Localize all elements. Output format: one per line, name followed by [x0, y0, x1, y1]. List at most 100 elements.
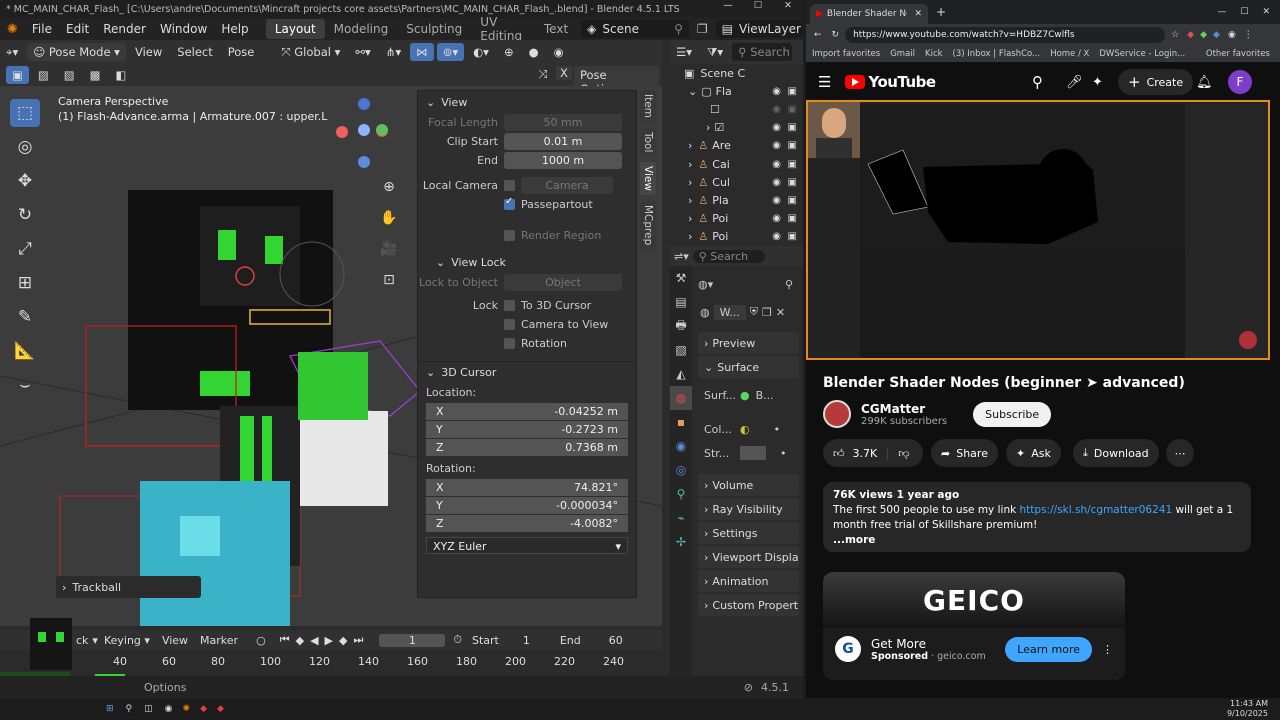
select-subtract-icon[interactable]: ▧ [58, 66, 81, 84]
current-frame-field[interactable]: 1 [379, 633, 446, 647]
gizmo-z[interactable] [358, 124, 370, 136]
maximize-icon[interactable]: ☐ [743, 0, 773, 18]
camera-icon[interactable]: ▣ [788, 86, 797, 97]
profile-icon[interactable]: ◉ [1228, 30, 1236, 40]
clip-start-field[interactable]: 0.01 m [504, 133, 622, 150]
auto-key-icon[interactable]: ○ [256, 634, 266, 647]
menu-select[interactable]: Select [171, 43, 218, 61]
shading-wireframe-icon[interactable]: ⊕ [498, 43, 520, 61]
duplicate-icon[interactable]: ❐ [762, 306, 772, 319]
browser-tab[interactable]: ▶ Blender Shader Nodes (beg ✕ [810, 4, 928, 24]
clip-end-field[interactable]: 1000 m [504, 152, 622, 169]
tab-view[interactable]: View [640, 162, 656, 196]
channel-avatar[interactable] [823, 400, 851, 428]
camera-icon[interactable]: ▣ [788, 104, 797, 115]
rotation-lock-checkbox[interactable] [504, 338, 515, 349]
microphone-icon[interactable]: 🎤︎ [1066, 75, 1083, 90]
x-mirror-toggle[interactable]: X [556, 66, 572, 80]
cursor-tool-icon[interactable]: ◎ [10, 133, 40, 161]
create-button[interactable]: + Create [1118, 69, 1194, 95]
snap-icon[interactable]: ⋔▾ [380, 43, 407, 61]
passepartout-checkbox[interactable] [504, 196, 515, 210]
gemini-icon[interactable]: ✦ [1092, 75, 1103, 90]
tab-mcprep[interactable]: MCprep [640, 201, 656, 250]
focal-length-field[interactable]: 50 mm [504, 114, 622, 131]
camera-field[interactable]: Camera [521, 177, 613, 194]
star-icon[interactable]: ☆ [1171, 30, 1179, 40]
rotation-mode-dropdown[interactable]: XYZ Euler ▾ [426, 537, 628, 554]
close-icon[interactable]: ✕ [1262, 7, 1270, 17]
menu-help[interactable]: Help [214, 22, 255, 36]
view-layer-tab-icon[interactable]: ▧ [670, 338, 692, 362]
eye-icon[interactable]: ◉ [772, 86, 781, 97]
app-icon[interactable]: ◆ [200, 704, 207, 714]
menu-render[interactable]: Render [96, 22, 153, 36]
jump-start-icon[interactable]: ⏮ [280, 633, 290, 647]
camera-icon[interactable]: ▣ [788, 122, 797, 133]
dislike-button[interactable]: 👎︎ [888, 447, 919, 460]
rotation-y-field[interactable]: Y -0.000034° [426, 497, 628, 514]
download-button[interactable]: ⤓ Download [1073, 439, 1159, 467]
sponsored-ad[interactable]: GEICO G Get More Sponsored · geico.com L… [823, 572, 1125, 680]
extension-icon[interactable]: ◆ [1200, 30, 1207, 40]
shading-material-icon[interactable]: ◉ [548, 43, 570, 61]
menu-view[interactable]: View [129, 43, 168, 61]
like-button[interactable]: 👍︎ 3.7K [823, 446, 889, 460]
surface-value[interactable]: B... [756, 389, 774, 402]
ad-menu-icon[interactable]: ⋮ [1102, 643, 1113, 656]
output-tab-icon[interactable]: 🖶 [670, 314, 692, 338]
outliner-item[interactable]: Poi [712, 212, 728, 225]
tab-item[interactable]: Item [640, 90, 656, 122]
scene-selector[interactable]: ◈ Scene ⚲ [581, 20, 689, 38]
camera-icon[interactable]: ▣ [788, 195, 797, 206]
gizmo-icon[interactable]: ⊚▾ [436, 43, 465, 61]
overlay-icon[interactable]: ◐▾ [467, 43, 495, 61]
video-description[interactable]: 76K views 1 year ago The first 500 peopl… [823, 482, 1251, 552]
channel-name[interactable]: CGMatter [861, 402, 947, 416]
subscribe-button[interactable]: Subscribe [973, 401, 1052, 427]
play-reverse-icon[interactable]: ◀ [310, 634, 318, 647]
menu-edit[interactable]: Edit [59, 22, 96, 36]
outliner-item[interactable]: Fla [716, 85, 732, 98]
bookmark-item[interactable]: Home / X [1050, 49, 1089, 59]
pin-icon[interactable]: ⚲ [785, 278, 793, 291]
hamburger-menu-icon[interactable]: ☰ [818, 73, 831, 91]
options-label[interactable]: Options [144, 681, 186, 694]
section-animation[interactable]: › Animation [698, 570, 799, 592]
last-operator-panel[interactable]: › Trackball [56, 576, 201, 598]
eye-icon[interactable]: ◉ [772, 231, 781, 242]
menu-window[interactable]: Window [153, 22, 214, 36]
show-more-link[interactable]: ...more [833, 533, 1241, 548]
data-tab-icon[interactable]: ✢ [670, 530, 692, 554]
select-tool-icon[interactable]: ⬚ [10, 99, 40, 127]
bell-icon[interactable]: 🔔︎ [1196, 75, 1213, 90]
render-region-checkbox[interactable] [504, 230, 515, 241]
camera-icon[interactable]: ▣ [788, 231, 797, 242]
3d-cursor-header[interactable]: ⌄ 3D Cursor [418, 361, 636, 383]
jump-end-icon[interactable]: ⏭ [353, 633, 363, 647]
new-scene-icon[interactable]: ❐ [697, 22, 708, 36]
bookmark-item[interactable]: (3) Inbox | FlashCo... [953, 49, 1041, 59]
minimize-icon[interactable]: — [1217, 7, 1226, 17]
start-menu-icon[interactable]: ⊞ [106, 704, 114, 714]
location-z-field[interactable]: Z 0.7368 m [426, 439, 628, 456]
transform-tool-icon[interactable]: ⊞ [10, 269, 40, 297]
extension-icon[interactable]: ◆ [1213, 30, 1220, 40]
gizmo-z-top[interactable] [358, 98, 370, 110]
eye-icon[interactable]: ◉ [772, 159, 781, 170]
bone-tab-icon[interactable]: ⌁ [670, 506, 692, 530]
location-y-field[interactable]: Y -0.2723 m [426, 421, 628, 438]
location-x-field[interactable]: X -0.04252 m [426, 403, 628, 420]
refresh-icon[interactable]: ↻ [832, 30, 840, 40]
menu-file[interactable]: File [25, 22, 59, 36]
outliner-item[interactable]: Cul [712, 176, 730, 189]
camera-icon[interactable]: ▣ [788, 177, 797, 188]
annotate-tool-icon[interactable]: ✎ [10, 303, 40, 331]
proportional-icon[interactable]: ⋈ [410, 43, 434, 61]
select-extend-icon[interactable]: ▨ [32, 66, 55, 84]
constraint-tab-icon[interactable]: ⚲ [670, 482, 692, 506]
obs-icon[interactable]: ◉ [165, 704, 173, 714]
blender-taskbar-icon[interactable]: ✺ [183, 704, 191, 714]
minimize-icon[interactable]: — [713, 0, 743, 18]
outliner-item[interactable]: Poi [712, 230, 728, 242]
